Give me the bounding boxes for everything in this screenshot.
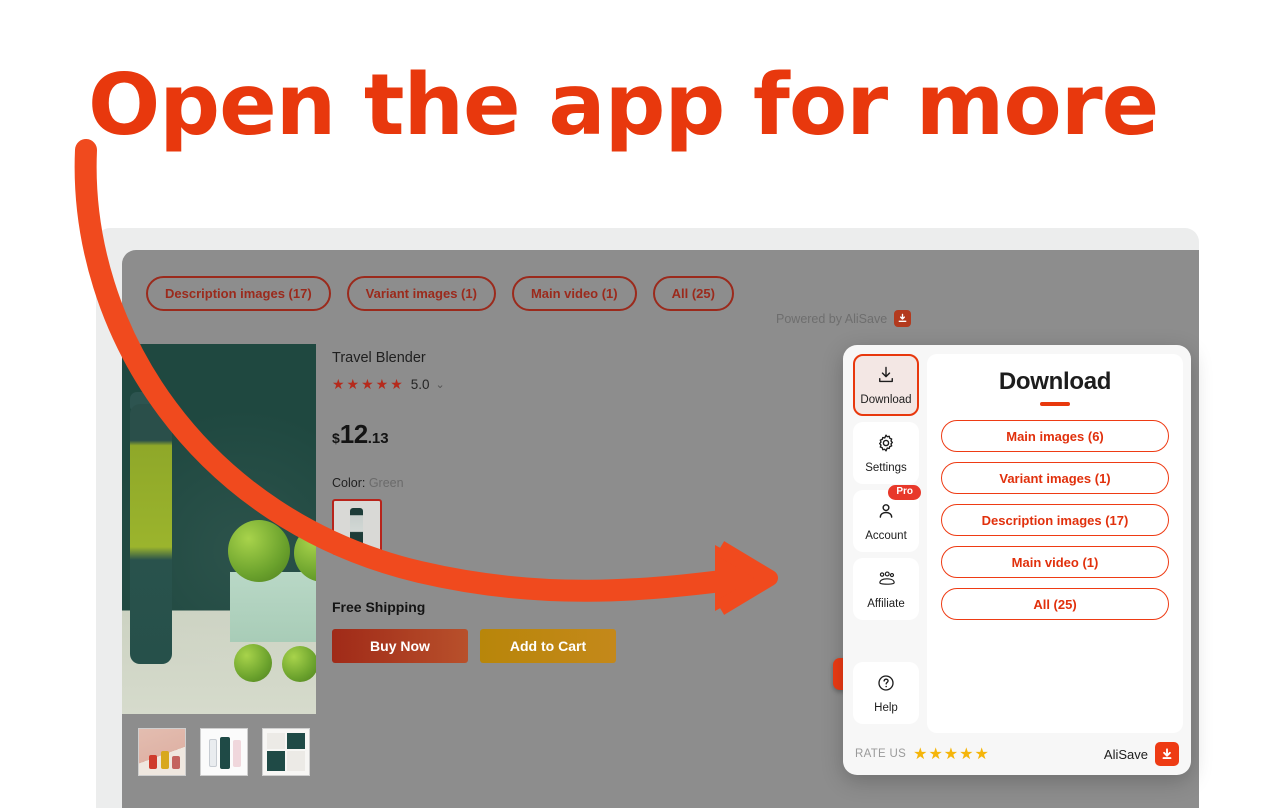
thumb-detail (220, 737, 230, 769)
panel-sidebar: Download Settings Pro Account Affiliate … (843, 345, 921, 733)
thumb-detail (267, 733, 285, 749)
sidebar-item-account[interactable]: Pro Account (853, 485, 921, 552)
swatch-bottle-image (350, 508, 363, 546)
title-underline (1040, 402, 1070, 406)
rating-stars-icon: ★★★★★ (332, 376, 405, 392)
panel-footer: RATE US ★★★★★ AliSave (843, 733, 1191, 775)
download-badge-icon (894, 310, 912, 327)
gallery-thumbnail[interactable] (262, 728, 310, 776)
product-price: $ 12 .13 (332, 419, 892, 450)
color-value-text: Green (368, 476, 404, 490)
color-option-label: Color: Green (332, 476, 892, 490)
user-icon (876, 501, 896, 526)
chip-description-images[interactable]: Description images (17) (146, 276, 331, 311)
product-title: Travel Blender (332, 350, 426, 366)
brand-name: AliSave (1103, 746, 1148, 762)
powered-by-label: Powered by AliSave (776, 311, 888, 326)
sidebar-item-help[interactable]: Help (853, 662, 919, 724)
thumb-detail (287, 751, 305, 771)
thumb-detail (267, 751, 285, 771)
sidebar-item-label: Settings (865, 461, 907, 474)
download-icon (876, 365, 896, 390)
sidebar-item-label: Account (865, 529, 907, 542)
filter-chips-row: Description images (17) Variant images (… (146, 276, 734, 311)
gallery-thumbnail-row (138, 728, 310, 776)
image-prop-lime-small-2 (282, 646, 316, 682)
thumb-detail (209, 739, 217, 767)
color-swatch-green[interactable] (332, 499, 382, 555)
thumb-detail (233, 740, 241, 767)
price-cents: .13 (367, 430, 389, 447)
gallery-thumbnail[interactable] (200, 728, 248, 776)
add-to-cart-button[interactable]: Add to Cart (480, 629, 616, 663)
product-rating-row[interactable]: ★★★★★ 5.0 ⌄ (332, 376, 892, 393)
color-label-text: Color: (332, 476, 366, 490)
page-headline: Open the app for more (88, 56, 1159, 155)
pro-badge: Pro (888, 485, 921, 500)
download-description-images-button[interactable]: Description images (17) (941, 504, 1169, 536)
gallery-thumbnail[interactable] (138, 728, 186, 776)
product-hero-image[interactable] (122, 344, 316, 714)
gear-icon (876, 433, 896, 458)
sidebar-item-settings[interactable]: Settings (853, 422, 919, 484)
buy-now-button[interactable]: Buy Now (332, 629, 468, 663)
chip-all[interactable]: All (25) (652, 276, 734, 311)
price-currency: $ (332, 430, 340, 446)
chip-variant-images[interactable]: Variant images (1) (346, 276, 496, 311)
product-info: Travel Blender ★★★★★ 5.0 ⌄ $ 12 .13 Colo… (332, 350, 892, 663)
sidebar-item-label: Download (860, 393, 912, 406)
thumb-detail (287, 733, 305, 749)
thumb-detail (149, 755, 157, 769)
sidebar-item-download[interactable]: Download (853, 354, 919, 416)
image-prop-lime-large (228, 520, 290, 582)
panel-title: Download (998, 368, 1112, 395)
download-options-list: Main images (6) Variant images (1) Descr… (927, 420, 1183, 620)
rate-us-stars[interactable]: ★★★★★ (913, 744, 990, 764)
rating-value: 5.0 (410, 377, 430, 392)
download-main-video-button[interactable]: Main video (1) (941, 546, 1169, 578)
sidebar-item-label: Help (874, 701, 898, 714)
image-prop-shelf (230, 572, 316, 642)
chevron-down-icon[interactable]: ⌄ (436, 378, 445, 391)
question-circle-icon (876, 673, 896, 698)
price-main: 12 (339, 419, 368, 449)
download-main-images-button[interactable]: Main images (6) (941, 420, 1169, 452)
thumb-detail (161, 751, 169, 769)
free-shipping-label: Free Shipping (332, 599, 426, 615)
alisave-logo-icon (1155, 742, 1179, 766)
people-group-icon (875, 569, 897, 594)
product-cta-row: Buy Now Add to Cart (332, 629, 892, 663)
panel-body: Download Settings Pro Account Affiliate … (843, 345, 1191, 733)
panel-footer-brand: AliSave (1104, 742, 1179, 766)
sidebar-item-affiliate[interactable]: Affiliate (853, 558, 919, 620)
rate-us-label: RATE US (855, 748, 907, 760)
download-all-button[interactable]: All (25) (941, 588, 1169, 620)
thumb-detail (172, 756, 180, 769)
image-prop-lime-small (234, 644, 272, 682)
image-prop-bottle (130, 404, 172, 664)
sidebar-item-label: Affiliate (867, 597, 905, 610)
download-variant-images-button[interactable]: Variant images (1) (941, 462, 1169, 494)
product-gallery (122, 336, 316, 808)
alisave-extension-panel: Download Settings Pro Account Affiliate … (843, 345, 1191, 775)
panel-main-content: Download Main images (6) Variant images … (927, 354, 1183, 733)
powered-by-alisave: Powered by AliSave (776, 310, 912, 327)
chip-main-video[interactable]: Main video (1) (511, 276, 637, 311)
